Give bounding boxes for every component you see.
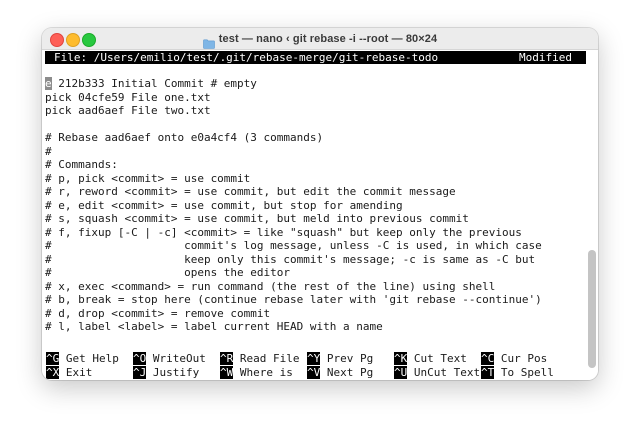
shortcut-label: Next Pg bbox=[320, 366, 374, 379]
scrollbar-thumb[interactable] bbox=[588, 250, 596, 368]
line-text: 212b333 Initial Commit # empty bbox=[51, 77, 257, 90]
shortcut-label: WriteOut bbox=[146, 352, 206, 365]
shortcut-label: UnCut Text bbox=[407, 366, 481, 379]
terminal-window: test — nano ‹ git rebase -i --root — 80×… bbox=[42, 28, 598, 380]
shortcut-key: ^Y bbox=[307, 352, 321, 365]
shortcut-uncut-text: ^U UnCut Text bbox=[394, 366, 480, 379]
shortcut-cur-pos: ^C Cur Pos bbox=[481, 352, 547, 365]
editor-line[interactable]: # commit's log message, unless -C is use… bbox=[45, 239, 542, 253]
shortcut-key: ^R bbox=[220, 352, 234, 365]
editor-line[interactable]: # f, fixup [-C | -c] <commit> = like "sq… bbox=[45, 226, 522, 240]
file-path: File: /Users/emilio/test/.git/rebase-mer… bbox=[54, 51, 439, 64]
shortcut-label: To Spell bbox=[494, 366, 554, 379]
shortcut-next-pg: ^V Next Pg bbox=[307, 366, 373, 379]
shortcut-key: ^T bbox=[481, 366, 495, 379]
editor-line[interactable]: # x, exec <command> = run command (the r… bbox=[45, 280, 495, 294]
editor-line[interactable]: # Rebase aad6aef onto e0a4cf4 (3 command… bbox=[45, 131, 323, 145]
shortcut-label: Cur Pos bbox=[494, 352, 548, 365]
window-title-group: test — nano ‹ git rebase -i --root — 80×… bbox=[42, 31, 598, 49]
shortcut-cut-text: ^K Cut Text bbox=[394, 352, 467, 365]
editor-line[interactable]: # r, reword <commit> = use commit, but e… bbox=[45, 185, 456, 199]
shortcut-label: Prev Pg bbox=[320, 352, 374, 365]
editor-line[interactable]: # e, edit <commit> = use commit, but sto… bbox=[45, 199, 403, 213]
editor-line[interactable]: # b, break = stop here (continue rebase … bbox=[45, 293, 542, 307]
shortcut-label: Read File bbox=[233, 352, 300, 365]
shortcut-key: ^O bbox=[133, 352, 147, 365]
shortcut-key: ^J bbox=[133, 366, 147, 379]
shortcut-key: ^X bbox=[46, 366, 60, 379]
editor-line[interactable]: # d, drop <commit> = remove commit bbox=[45, 307, 270, 321]
editor-line[interactable]: # s, squash <commit> = use commit, but m… bbox=[45, 212, 469, 226]
nano-header-bar: File: /Users/emilio/test/.git/rebase-mer… bbox=[45, 51, 586, 64]
shortcut-writeout: ^O WriteOut bbox=[133, 352, 206, 365]
text-cursor: e bbox=[45, 77, 52, 90]
editor-line[interactable]: # bbox=[45, 145, 52, 159]
shortcut-where-is: ^W Where is bbox=[220, 366, 293, 379]
shortcut-label: Where is bbox=[233, 366, 293, 379]
editor-line[interactable]: # keep only this commit's message; -c is… bbox=[45, 253, 535, 267]
shortcut-key: ^W bbox=[220, 366, 234, 379]
shortcut-key: ^G bbox=[46, 352, 60, 365]
shortcut-key: ^C bbox=[481, 352, 495, 365]
editor-line[interactable]: # opens the editor bbox=[45, 266, 290, 280]
shortcut-exit: ^X Exit bbox=[46, 366, 92, 379]
window-title: test — nano ‹ git rebase -i --root — 80×… bbox=[218, 32, 438, 45]
shortcut-label: Get Help bbox=[59, 352, 119, 365]
shortcut-key: ^V bbox=[307, 366, 321, 379]
folder-icon bbox=[202, 34, 215, 49]
shortcut-key: ^K bbox=[394, 352, 408, 365]
shortcut-key: ^U bbox=[394, 366, 408, 379]
editor-line[interactable]: # l, label <label> = label current HEAD … bbox=[45, 320, 383, 334]
shortcut-get-help: ^G Get Help bbox=[46, 352, 119, 365]
shortcut-to-spell: ^T To Spell bbox=[481, 366, 554, 379]
terminal-content[interactable]: File: /Users/emilio/test/.git/rebase-mer… bbox=[42, 50, 598, 380]
shortcut-prev-pg: ^Y Prev Pg bbox=[307, 352, 373, 365]
modified-status: Modified bbox=[519, 51, 572, 64]
editor-line[interactable]: pick 04cfe59 File one.txt bbox=[45, 91, 211, 105]
shortcut-label: Cut Text bbox=[407, 352, 467, 365]
editor-line[interactable]: # p, pick <commit> = use commit bbox=[45, 172, 250, 186]
title-bar[interactable]: test — nano ‹ git rebase -i --root — 80×… bbox=[42, 28, 598, 50]
shortcut-label: Exit bbox=[59, 366, 93, 379]
editor-line[interactable]: pick aad6aef File two.txt bbox=[45, 104, 211, 118]
editor-line[interactable]: # Commands: bbox=[45, 158, 118, 172]
shortcut-read-file: ^R Read File bbox=[220, 352, 299, 365]
shortcut-label: Justify bbox=[146, 366, 200, 379]
shortcut-justify: ^J Justify bbox=[133, 366, 199, 379]
editor-line[interactable]: e 212b333 Initial Commit # empty bbox=[45, 77, 257, 91]
